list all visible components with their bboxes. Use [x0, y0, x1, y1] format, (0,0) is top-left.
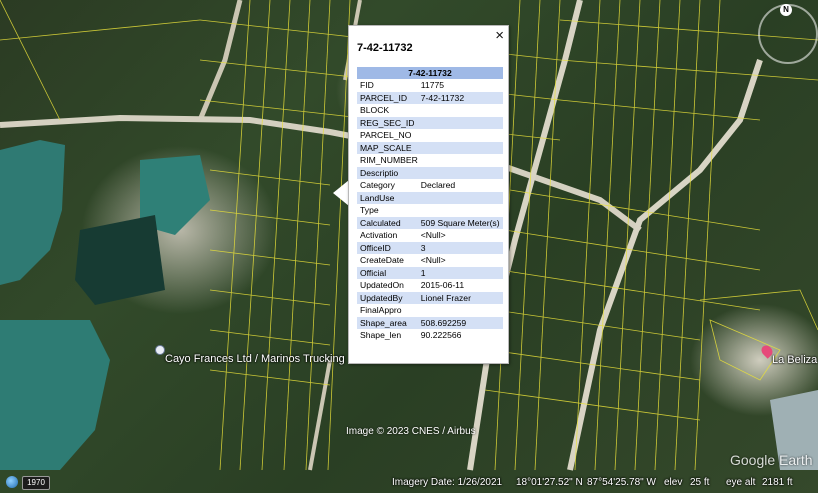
- attribute-value: 2015-06-11: [420, 280, 465, 290]
- shore-water: [0, 320, 110, 470]
- close-icon[interactable]: ×: [495, 27, 504, 44]
- attribute-row: OfficeID 3: [357, 241, 503, 254]
- attribute-value: [418, 129, 503, 142]
- attribute-key: REG_SEC_ID: [357, 116, 418, 129]
- attribute-value: [417, 166, 503, 179]
- eye-alt-value: 2181 ft: [762, 477, 793, 488]
- compass-north-icon[interactable]: N: [780, 4, 792, 16]
- attribute-row: Activation <Null>: [357, 229, 503, 242]
- attribute-row: Official 1: [357, 266, 503, 279]
- attribute-value: [418, 204, 503, 217]
- imagery-date: Imagery Date: 1/26/2021: [392, 477, 503, 488]
- attribute-key: MAP_SCALE: [357, 141, 418, 154]
- attribute-key: OfficeID: [357, 241, 418, 254]
- attribute-row: Category Declared: [357, 179, 503, 192]
- attribute-value: 509 Square Meter(s): [417, 216, 503, 229]
- attribute-key: Descriptio: [357, 166, 418, 179]
- elevation-label: elev: [664, 477, 683, 488]
- attribute-value: Declared: [420, 180, 456, 190]
- attribute-row: REG_SEC_ID: [357, 116, 503, 129]
- attribute-key: BLOCK: [360, 105, 390, 115]
- attribute-row: UpdatedOn 2015-06-11: [357, 279, 503, 292]
- balloon-title: 7-42-11732: [357, 42, 413, 54]
- attribute-value: Lionel Frazer: [417, 291, 503, 304]
- placemark-pin-icon[interactable]: [155, 345, 165, 355]
- attribute-row: Calculated 509 Square Meter(s): [357, 216, 503, 229]
- attribute-table-header: 7-42-11732: [357, 67, 503, 79]
- attribute-key: LandUse: [357, 191, 418, 204]
- place-label-la-beliza[interactable]: La Beliza: [772, 354, 817, 366]
- attribute-key: Activation: [360, 230, 398, 240]
- attribute-key: FID: [360, 80, 374, 90]
- attribute-row: PARCEL_NO: [357, 129, 503, 142]
- attribute-row: FinalAppro: [357, 304, 503, 317]
- dark-pond-water: [75, 215, 165, 305]
- eye-alt-label: eye alt: [726, 477, 756, 488]
- attribute-row: BLOCK: [357, 104, 503, 117]
- attribute-value: 90.222566: [420, 330, 462, 340]
- attribute-key: PARCEL_ID: [357, 91, 418, 104]
- attribute-key: Shape_area: [357, 316, 418, 329]
- status-bar: Imagery Date: 1/26/2021 18°01'27.52" N 8…: [0, 472, 818, 493]
- google-earth-watermark: Google Earth: [730, 452, 813, 468]
- place-label-cayo-frances[interactable]: Cayo Frances Ltd / Marinos Trucking: [165, 353, 345, 365]
- attribute-row: LandUse: [357, 191, 503, 204]
- latitude-readout: 18°01'27.52" N: [516, 477, 583, 488]
- attribute-key: Official: [357, 266, 418, 279]
- longitude-readout: 87°54'25.78" W: [587, 477, 656, 488]
- attribute-key: Type: [360, 205, 379, 215]
- attribute-value: [418, 154, 503, 167]
- image-credit: Image © 2023 CNES / Airbus: [346, 426, 476, 437]
- attribute-value: [418, 104, 503, 117]
- elevation-value: 25 ft: [690, 477, 710, 488]
- attribute-value: [418, 304, 503, 317]
- lagoon-water: [0, 140, 65, 285]
- attribute-row: Shape_area 508.692259: [357, 316, 503, 329]
- attribute-key: UpdatedOn: [360, 280, 404, 290]
- attribute-value: [417, 191, 503, 204]
- attribute-row: PARCEL_ID 7-42-11732: [357, 91, 503, 104]
- balloon-tail: [333, 180, 349, 206]
- attribute-row: CreateDate <Null>: [357, 254, 503, 267]
- attribute-key: CreateDate: [360, 255, 404, 265]
- attribute-row: Shape_len 90.222566: [357, 329, 503, 342]
- attribute-value: 3: [417, 241, 503, 254]
- attribute-value: <Null>: [420, 230, 446, 240]
- attribute-key: Calculated: [357, 216, 418, 229]
- attribute-value: 1: [417, 266, 503, 279]
- attribute-row: FID 11775: [357, 79, 503, 92]
- attribute-value: 508.692259: [417, 316, 503, 329]
- attribute-value: 11775: [420, 80, 445, 90]
- attribute-key: Shape_len: [360, 330, 402, 340]
- attribute-key: Category: [360, 180, 395, 190]
- attribute-value: [417, 141, 503, 154]
- attribute-row: Descriptio: [357, 166, 503, 179]
- attribute-key: PARCEL_NO: [360, 130, 412, 140]
- attribute-key: RIM_NUMBER: [360, 155, 418, 165]
- attribute-value: 7-42-11732: [417, 91, 503, 104]
- attribute-row: Type: [357, 204, 503, 217]
- attribute-value: [417, 116, 503, 129]
- info-balloon: × 7-42-11732 7-42-11732 FID 11775 PARCEL_I…: [348, 25, 509, 364]
- attribute-table: 7-42-11732 FID 11775 PARCEL_ID 7-42-11732 BL…: [357, 67, 503, 342]
- attribute-key: FinalAppro: [360, 305, 402, 315]
- attribute-row: UpdatedBy Lionel Frazer: [357, 291, 503, 304]
- attribute-row: RIM_NUMBER: [357, 154, 503, 167]
- attribute-value: <Null>: [420, 255, 446, 265]
- attribute-key: UpdatedBy: [357, 291, 418, 304]
- attribute-row: MAP_SCALE: [357, 141, 503, 154]
